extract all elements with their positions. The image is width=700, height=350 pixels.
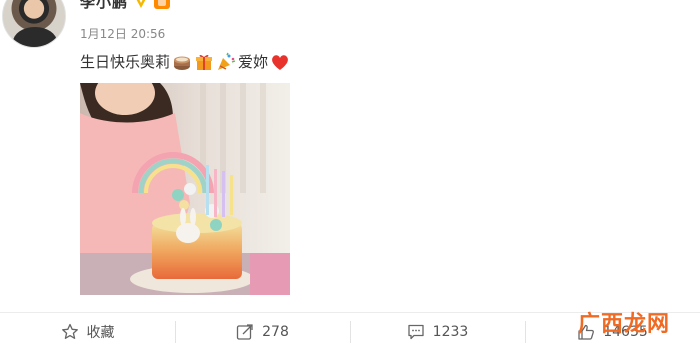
post-text: 生日快乐奥莉 爱妳 bbox=[80, 51, 290, 72]
user-row: 李小鹏 bbox=[80, 0, 171, 12]
username[interactable]: 李小鹏 bbox=[80, 0, 128, 12]
star-icon bbox=[61, 323, 79, 341]
favorite-label: 收藏 bbox=[86, 324, 115, 341]
cake-icon bbox=[172, 52, 192, 72]
post-photo[interactable] bbox=[80, 83, 290, 295]
comment-count: 1233 bbox=[432, 323, 469, 340]
repost-icon bbox=[236, 323, 254, 341]
verified-v-icon bbox=[134, 0, 148, 9]
member-badge-icon bbox=[154, 0, 171, 9]
post-text-love: 爱妳 bbox=[238, 53, 269, 71]
favorite-button[interactable]: 收藏 bbox=[0, 313, 175, 350]
watermark: 广西龙网 bbox=[577, 312, 670, 337]
avatar-shirt bbox=[13, 27, 57, 47]
post-text-greeting: 生日快乐奥莉 bbox=[80, 53, 171, 71]
comment-icon bbox=[407, 323, 425, 341]
comment-button[interactable]: 1233 bbox=[350, 313, 525, 350]
avatar[interactable] bbox=[2, 0, 66, 48]
gift-icon bbox=[194, 52, 214, 72]
heart-icon bbox=[270, 52, 290, 72]
party-popper-icon bbox=[216, 52, 236, 72]
repost-count: 278 bbox=[262, 323, 289, 340]
repost-button[interactable]: 278 bbox=[175, 313, 350, 350]
post-timestamp[interactable]: 1月12日 20:56 bbox=[80, 25, 165, 42]
